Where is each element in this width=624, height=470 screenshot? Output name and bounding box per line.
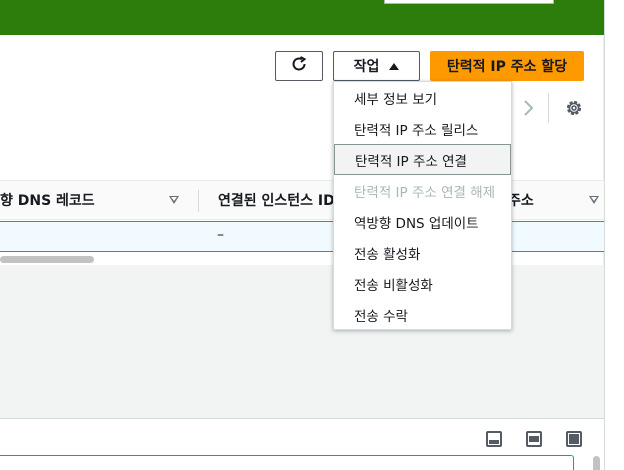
panel-side-icon[interactable] bbox=[526, 431, 542, 447]
panel-full-icon[interactable] bbox=[566, 431, 582, 447]
menu-item-update-reverse-dns[interactable]: 역방향 DNS 업데이트 bbox=[334, 206, 511, 237]
menu-item-release-ip[interactable]: 탄력적 IP 주소 릴리스 bbox=[334, 113, 511, 144]
table-header: 향 DNS 레코드 연결된 인스턴스 ID 주소 bbox=[0, 180, 604, 220]
allocate-elastic-ip-button[interactable]: 탄력적 IP 주소 할당 bbox=[430, 51, 584, 81]
refresh-button[interactable] bbox=[275, 51, 323, 81]
table-row[interactable]: – bbox=[0, 221, 604, 252]
table-empty-area bbox=[0, 265, 604, 418]
sort-icon[interactable] bbox=[169, 196, 179, 204]
actions-button[interactable]: 작업 bbox=[333, 51, 420, 81]
chevron-right-icon[interactable] bbox=[518, 96, 538, 120]
menu-item-enable-transfer[interactable]: 전송 활성화 bbox=[334, 237, 511, 268]
menu-item-disassociate-ip: 탄력적 IP 주소 연결 해제 bbox=[354, 184, 496, 201]
header-search-field[interactable] bbox=[384, 0, 554, 4]
column-divider[interactable] bbox=[198, 190, 199, 212]
sort-icon[interactable] bbox=[589, 196, 599, 204]
gear-icon[interactable] bbox=[564, 98, 584, 118]
column-header-reverse-dns[interactable]: 향 DNS 레코드 bbox=[0, 181, 95, 219]
panel-bottom-icon[interactable] bbox=[486, 431, 502, 447]
toolbar-divider bbox=[548, 93, 549, 123]
allocate-label: 탄력적 IP 주소 할당 bbox=[446, 59, 568, 75]
menu-item-view-details[interactable]: 세부 정보 보기 bbox=[334, 82, 511, 113]
split-panel-content[interactable] bbox=[0, 455, 574, 470]
right-gutter bbox=[604, 0, 624, 470]
instance-id-cell: – bbox=[217, 227, 224, 243]
column-header-instance-id[interactable]: 연결된 인스턴스 ID bbox=[218, 181, 335, 219]
console-header-bar bbox=[0, 0, 604, 35]
caret-up-icon bbox=[389, 62, 400, 70]
vertical-scrollbar[interactable] bbox=[593, 456, 600, 470]
refresh-icon bbox=[290, 55, 308, 77]
menu-item-disable-transfer[interactable]: 전송 비활성화 bbox=[334, 268, 511, 299]
actions-label: 작업 bbox=[353, 59, 380, 75]
actions-dropdown-menu: 세부 정보 보기 탄력적 IP 주소 릴리스 탄력적 IP 주소 연결 탄력적 … bbox=[333, 81, 512, 330]
horizontal-scrollbar[interactable] bbox=[0, 256, 94, 263]
menu-item-associate-ip[interactable]: 탄력적 IP 주소 연결 bbox=[334, 144, 511, 175]
menu-item-accept-transfer[interactable]: 전송 수락 bbox=[334, 299, 511, 330]
